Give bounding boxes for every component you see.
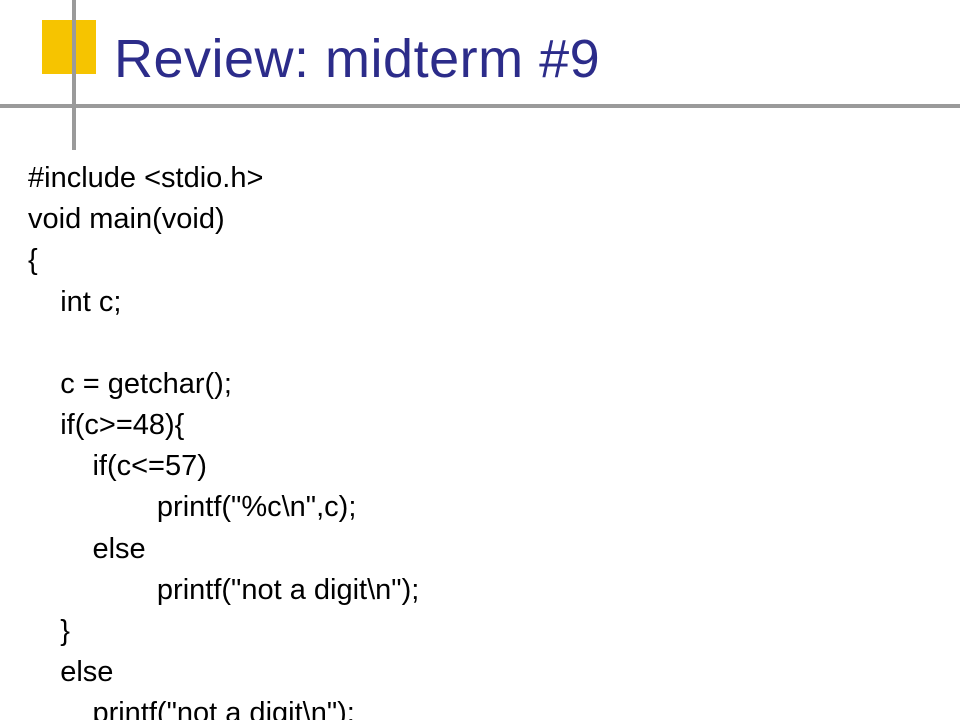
slide: Review: midterm #9 #include <stdio.h> vo… xyxy=(0,0,960,720)
vertical-rule xyxy=(72,0,76,150)
code-block: #include <stdio.h> void main(void) { int… xyxy=(28,158,419,720)
horizontal-rule xyxy=(0,104,960,108)
slide-title: Review: midterm #9 xyxy=(114,28,600,90)
accent-square xyxy=(42,20,96,74)
